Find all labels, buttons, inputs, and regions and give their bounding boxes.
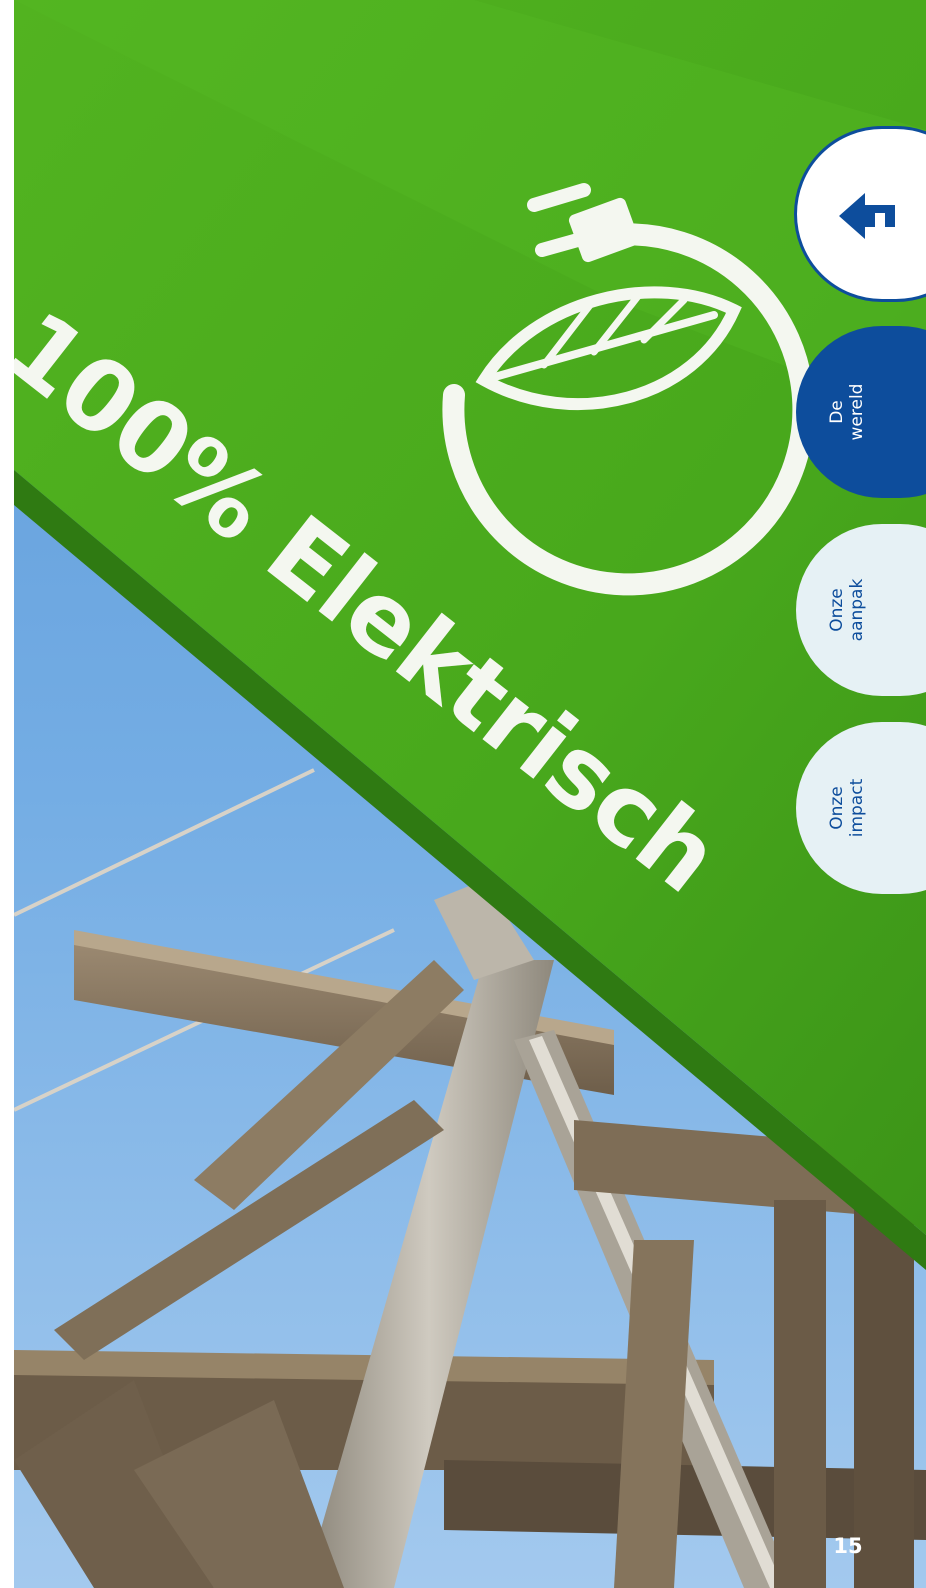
tab-label: Onze impact [804, 722, 890, 894]
tab-label: De wereld [804, 326, 890, 498]
tab-de-wereld[interactable]: De wereld [796, 326, 926, 498]
tab-label-line1: De [827, 400, 847, 424]
tab-label-line1: Onze [827, 786, 847, 830]
house-icon [839, 193, 895, 239]
photo-electric-sign: 100% Elektrisch [14, 0, 926, 1588]
tab-onze-impact[interactable]: Onze impact [796, 722, 926, 894]
tab-label-line2: aanpak [847, 578, 867, 642]
tab-label-line2: impact [847, 778, 867, 838]
tab-onze-aanpak[interactable]: Onze aanpak [796, 524, 926, 696]
page-number: 15 [833, 1534, 863, 1558]
tab-label-line1: Onze [827, 588, 847, 632]
tab-label: Onze aanpak [804, 524, 890, 696]
tab-label-line2: wereld [847, 383, 867, 441]
photo-illustration [14, 0, 926, 1588]
page: 100% Elektrisch De wereld Onze aanpak On… [0, 0, 926, 1588]
